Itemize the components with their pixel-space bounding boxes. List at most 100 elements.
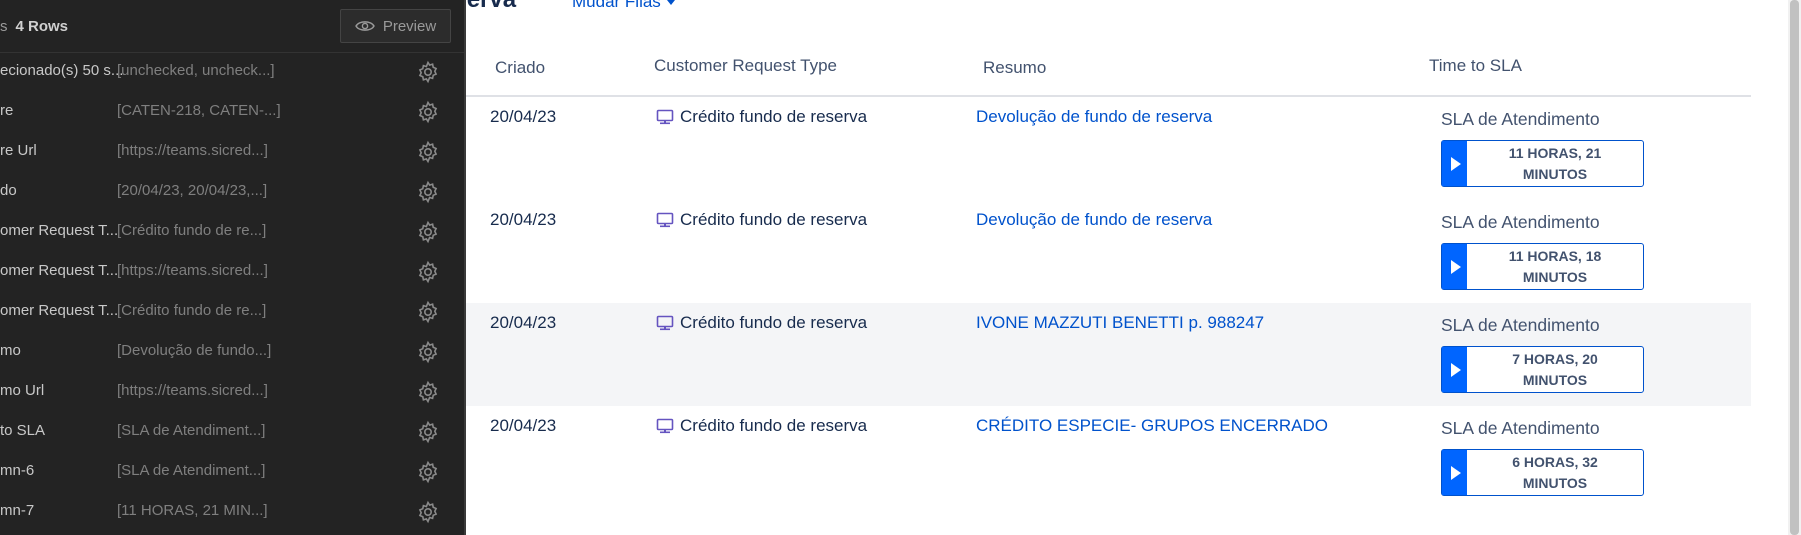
gear-icon[interactable] — [416, 420, 440, 444]
created-date: 20/04/23 — [490, 313, 557, 332]
column-values: [20/04/23, 20/04/23,...] — [117, 182, 268, 199]
sla-time-line1: 11 HORAS, 21 — [1508, 145, 1602, 161]
column-name: mo Url — [0, 382, 45, 399]
gear-icon[interactable] — [416, 500, 440, 524]
created-date: 20/04/23 — [490, 210, 557, 229]
gear-icon[interactable] — [416, 60, 440, 84]
sla-time-line1: 6 HORAS, 32 — [1512, 454, 1598, 470]
sla-name: SLA de Atendimento — [1441, 212, 1600, 232]
panel-column-row[interactable]: omer Request T... [Crédito fundo de re...… — [0, 292, 466, 332]
sla-time-remaining: 6 HORAS, 32 MINUTOS — [1467, 450, 1643, 495]
sla-time-line2: MINUTOS — [1522, 372, 1588, 388]
rows-count-value: 4 Rows — [15, 18, 69, 35]
summary-link[interactable]: IVONE MAZZUTI BENETTI p. 988247 — [976, 313, 1264, 333]
chevron-down-icon — [666, 0, 675, 6]
request-type-label: Crédito fundo de reserva — [680, 416, 868, 435]
request-type-label: Crédito fundo de reserva — [680, 313, 868, 332]
request-type-cell: Crédito fundo de reserva — [656, 210, 867, 230]
panel-border — [464, 0, 466, 535]
scrollbar-thumb[interactable] — [1790, 0, 1799, 535]
created-date: 20/04/23 — [490, 107, 557, 126]
panel-column-row[interactable]: do [20/04/23, 20/04/23,...] — [0, 172, 466, 212]
summary-link[interactable]: Devolução de fundo de reserva — [976, 210, 1212, 230]
play-icon — [1442, 141, 1467, 186]
monitor-icon — [656, 109, 674, 125]
column-name: re Url — [0, 142, 37, 159]
request-type-label: Crédito fundo de reserva — [680, 210, 868, 229]
column-values: [CATEN-218, CATEN-...] — [117, 102, 281, 119]
sla-name: SLA de Atendimento — [1441, 109, 1600, 129]
sla-time-line1: 11 HORAS, 18 — [1508, 248, 1602, 264]
sla-time-line2: MINUTOS — [1522, 166, 1588, 182]
panel-column-row[interactable]: omer Request T... [Crédito fundo de re...… — [0, 212, 466, 252]
panel-column-row[interactable]: to SLA [SLA de Atendiment...] — [0, 412, 466, 452]
column-name: to SLA — [0, 422, 46, 439]
column-name: ecionado(s) 50 s... — [0, 62, 124, 79]
table-row[interactable]: 20/04/23 Crédito fundo de reserva IVONE MA… — [462, 303, 1751, 406]
column-name: do — [0, 182, 17, 199]
play-icon — [1442, 347, 1467, 392]
column-values: [SLA de Atendiment...] — [117, 422, 266, 439]
table-row[interactable]: 20/04/23 Crédito fundo de reserva Devoluçã… — [462, 200, 1751, 303]
play-icon — [1442, 450, 1467, 495]
play-icon — [1442, 244, 1467, 289]
panel-column-row[interactable]: re [CATEN-218, CATEN-...] — [0, 92, 466, 132]
column-values: [unchecked, uncheck...] — [117, 62, 275, 79]
column-name: omer Request T... — [0, 262, 119, 279]
column-name: re — [0, 102, 14, 119]
created-date: 20/04/23 — [490, 416, 557, 435]
column-header-request-type[interactable]: Customer Request Type — [654, 56, 837, 76]
gear-icon[interactable] — [416, 340, 440, 364]
column-header-time-to-sla[interactable]: Time to SLA — [1429, 56, 1522, 76]
summary-link[interactable]: Devolução de fundo de reserva — [976, 107, 1212, 127]
sla-timer-badge: 11 HORAS, 21 MINUTOS — [1441, 140, 1644, 187]
preview-label: Preview — [382, 17, 437, 35]
monitor-icon — [656, 212, 674, 228]
gear-icon[interactable] — [416, 460, 440, 484]
summary-link[interactable]: CRÉDITO ESPECIE- GRUPOS ENCERRADO — [976, 416, 1328, 436]
panel-column-row[interactable]: mo [Devolução de fundo...] — [0, 332, 466, 372]
preview-button[interactable]: Preview — [340, 9, 451, 43]
column-name: mo — [0, 342, 21, 359]
change-queue-label: Mudar Filas — [572, 0, 661, 11]
sla-time-remaining: 7 HORAS, 20 MINUTOS — [1467, 347, 1643, 392]
data-preview-panel: s 4 Rows Preview ecionado(s) 50 s... [unch… — [0, 0, 466, 535]
table-row[interactable]: 20/04/23 Crédito fundo de reserva CRÉDITO … — [462, 406, 1751, 509]
column-header-created[interactable]: Criado — [495, 58, 545, 78]
sla-name: SLA de Atendimento — [1441, 315, 1600, 335]
column-values: [Crédito fundo de re...] — [117, 302, 267, 319]
column-values: [Devolução de fundo...] — [117, 342, 272, 359]
change-queue-link[interactable]: Mudar Filas — [572, 0, 675, 12]
panel-column-row[interactable]: ecionado(s) 50 s... [unchecked, uncheck..… — [0, 52, 466, 92]
gear-icon[interactable] — [416, 100, 440, 124]
sla-name: SLA de Atendimento — [1441, 418, 1600, 438]
gear-icon[interactable] — [416, 300, 440, 324]
sla-time-line2: MINUTOS — [1522, 269, 1588, 285]
sla-time-line1: 7 HORAS, 20 — [1512, 351, 1598, 367]
panel-column-row[interactable]: mo Url [https://teams.sicred...] — [0, 372, 466, 412]
column-header-summary[interactable]: Resumo — [983, 58, 1046, 78]
column-values: [SLA de Atendiment...] — [117, 462, 266, 479]
sla-time-remaining: 11 HORAS, 18 MINUTOS — [1467, 244, 1643, 289]
gear-icon[interactable] — [416, 260, 440, 284]
request-type-cell: Crédito fundo de reserva — [656, 313, 867, 333]
column-values: [11 HORAS, 21 MIN...] — [117, 502, 268, 519]
panel-column-row[interactable]: omer Request T... [https://teams.sicred..… — [0, 252, 466, 292]
panel-column-row[interactable]: mn-6 [SLA de Atendiment...] — [0, 452, 466, 492]
request-type-cell: Crédito fundo de reserva — [656, 107, 867, 127]
sla-time-line2: MINUTOS — [1522, 475, 1588, 491]
gear-icon[interactable] — [416, 140, 440, 164]
sla-time-remaining: 11 HORAS, 21 MINUTOS — [1467, 141, 1643, 186]
gear-icon[interactable] — [416, 220, 440, 244]
eye-icon — [355, 21, 375, 31]
panel-column-row[interactable]: mn-7 [11 HORAS, 21 MIN...] — [0, 492, 466, 532]
panel-column-row[interactable]: re Url [https://teams.sicred...] — [0, 132, 466, 172]
table-row[interactable]: 20/04/23 Crédito fundo de reserva Devoluçã… — [462, 97, 1751, 200]
request-type-cell: Crédito fundo de reserva — [656, 416, 867, 436]
gear-icon[interactable] — [416, 180, 440, 204]
gear-icon[interactable] — [416, 380, 440, 404]
monitor-icon — [656, 418, 674, 434]
column-name: omer Request T... — [0, 302, 119, 319]
panel-toolbar: s 4 Rows Preview — [0, 0, 466, 53]
column-name: mn-7 — [0, 502, 35, 519]
